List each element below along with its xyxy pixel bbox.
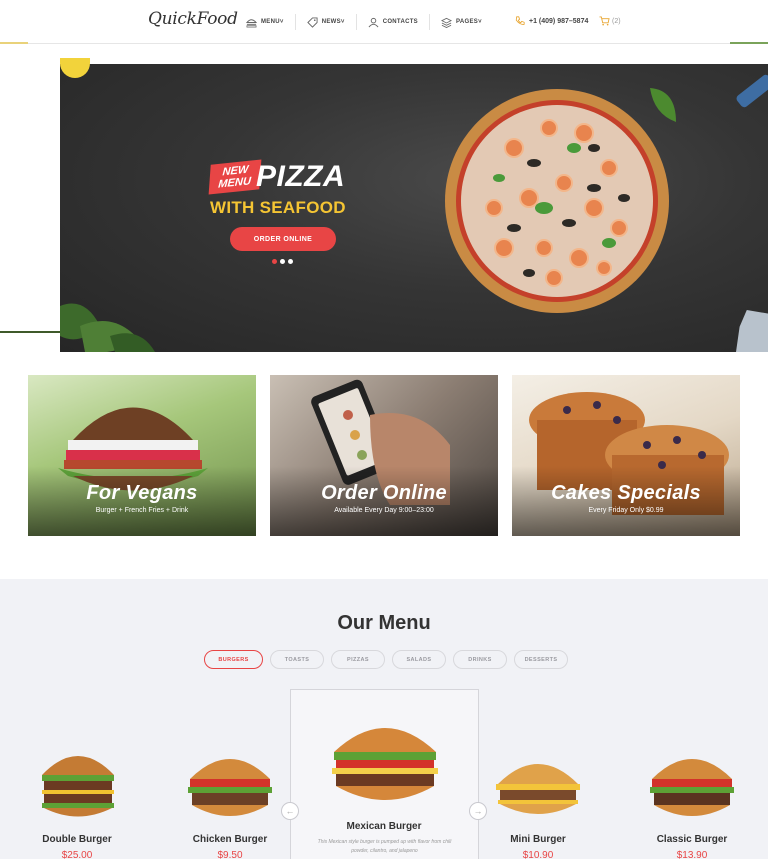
nav-label: NEWS	[321, 19, 341, 25]
item-price: $13.90	[676, 850, 708, 859]
user-icon	[368, 17, 379, 27]
slider-dot[interactable]	[280, 259, 285, 264]
promo-card-cakes[interactable]: Cakes Specials Every Friday Only $0.99	[512, 375, 740, 536]
chevron-down-icon: ˅	[340, 19, 345, 25]
hero-title: PIZZA	[256, 160, 346, 193]
item-name: Double Burger	[42, 834, 112, 845]
slider-dots	[272, 259, 296, 264]
tab-pizzas[interactable]: PIZZAS	[331, 650, 385, 669]
promo-title: Cakes Specials	[551, 482, 701, 504]
layers-icon	[441, 17, 452, 28]
classic-burger-image	[650, 759, 734, 816]
basil-leaves-image	[60, 303, 155, 352]
nav-item-contacts[interactable]: CONTACTS	[368, 14, 430, 30]
item-name: Chicken Burger	[192, 834, 268, 845]
section-title: Our Menu	[337, 612, 431, 634]
new-menu-badge: NEW MENU	[208, 159, 262, 195]
promo-subtitle: Burger + French Fries + Drink	[95, 507, 189, 514]
tab-drinks[interactable]: DRINKS	[453, 650, 507, 669]
promo-subtitle: Available Every Day 9:00–23:00	[334, 507, 434, 514]
item-name: Classic Burger	[656, 834, 728, 845]
menu-item-featured[interactable]: Mexican Burger	[334, 821, 434, 832]
tag-icon	[306, 16, 318, 28]
item-price: $9.50	[217, 850, 243, 859]
phone-text: +1 (409) 987–5874	[529, 17, 589, 25]
mexican-burger-image	[332, 728, 438, 800]
promo-card-order-online[interactable]: Order Online Available Every Day 9:00–23…	[270, 375, 498, 536]
header-decoration	[730, 42, 768, 44]
nav-label: PAGES	[456, 19, 479, 25]
item-price: $25.00	[61, 850, 93, 859]
mini-burger-image	[496, 764, 580, 814]
cart-icon	[599, 16, 610, 26]
tab-toasts[interactable]: TOASTS	[270, 650, 324, 669]
item-name: Mexican Burger	[346, 821, 422, 832]
cart-count: (2)	[612, 17, 621, 25]
menu-item[interactable]: Double Burger $25.00	[27, 834, 127, 859]
phone-icon	[515, 16, 525, 25]
slider-dot[interactable]	[272, 259, 277, 264]
menu-item[interactable]: Chicken Burger $9.50	[180, 834, 280, 859]
cart-button[interactable]: (2)	[599, 16, 621, 26]
item-name: Mini Burger	[510, 834, 566, 845]
header-decoration	[0, 42, 28, 44]
chevron-down-icon: ˅	[279, 19, 284, 25]
prev-arrow-button[interactable]: ←	[281, 802, 299, 820]
pizza-image	[445, 89, 669, 313]
menu-item[interactable]: Mini Burger $10.90	[488, 834, 588, 859]
menu-item[interactable]: Classic Burger $13.90	[642, 834, 742, 859]
burger-icon	[246, 18, 257, 27]
promo-card-vegans[interactable]: For Vegans Burger + French Fries + Drink	[28, 375, 256, 536]
nav-label: MENU	[261, 19, 280, 25]
double-burger-image	[42, 756, 114, 817]
logo[interactable]: QuickFood	[148, 9, 238, 29]
menu-tabs: BURGERS TOASTS PIZZAS SALADS DRINKS DESS…	[204, 650, 575, 669]
order-online-button[interactable]: ORDER ONLINE	[230, 227, 336, 251]
promo-subtitle: Every Friday Only $0.99	[588, 507, 664, 514]
divider	[0, 331, 60, 333]
nav-item-menu[interactable]: MENU ˅	[246, 14, 296, 30]
promo-title: For Vegans	[86, 482, 198, 504]
slider-dot[interactable]	[288, 259, 293, 264]
promo-title: Order Online	[321, 482, 447, 504]
tab-desserts[interactable]: DESSERTS	[514, 650, 568, 669]
tab-burgers[interactable]: BURGERS	[204, 650, 263, 669]
hero-subtitle: WITH SEAFOOD	[210, 198, 346, 217]
chicken-burger-image	[188, 759, 272, 816]
basil-leaf-image	[650, 88, 676, 122]
main-nav: MENU ˅ NEWS ˅ CONTACTS PAGES ˅	[246, 14, 504, 30]
nav-label: CONTACTS	[382, 19, 418, 25]
item-description: This Mexican style burger is pumped up w…	[317, 839, 452, 854]
phone-number[interactable]: +1 (409) 987–5874	[515, 16, 588, 26]
nav-item-pages[interactable]: PAGES ˅	[441, 14, 493, 30]
site-header: QuickFood MENU ˅ NEWS ˅ CONTACTS PAGES ˅ +1…	[0, 0, 768, 44]
chevron-down-icon: ˅	[478, 19, 482, 25]
next-arrow-button[interactable]: →	[469, 802, 487, 820]
item-price: $10.90	[522, 850, 554, 859]
tab-salads[interactable]: SALADS	[392, 650, 446, 669]
nav-item-news[interactable]: NEWS ˅	[306, 14, 357, 30]
